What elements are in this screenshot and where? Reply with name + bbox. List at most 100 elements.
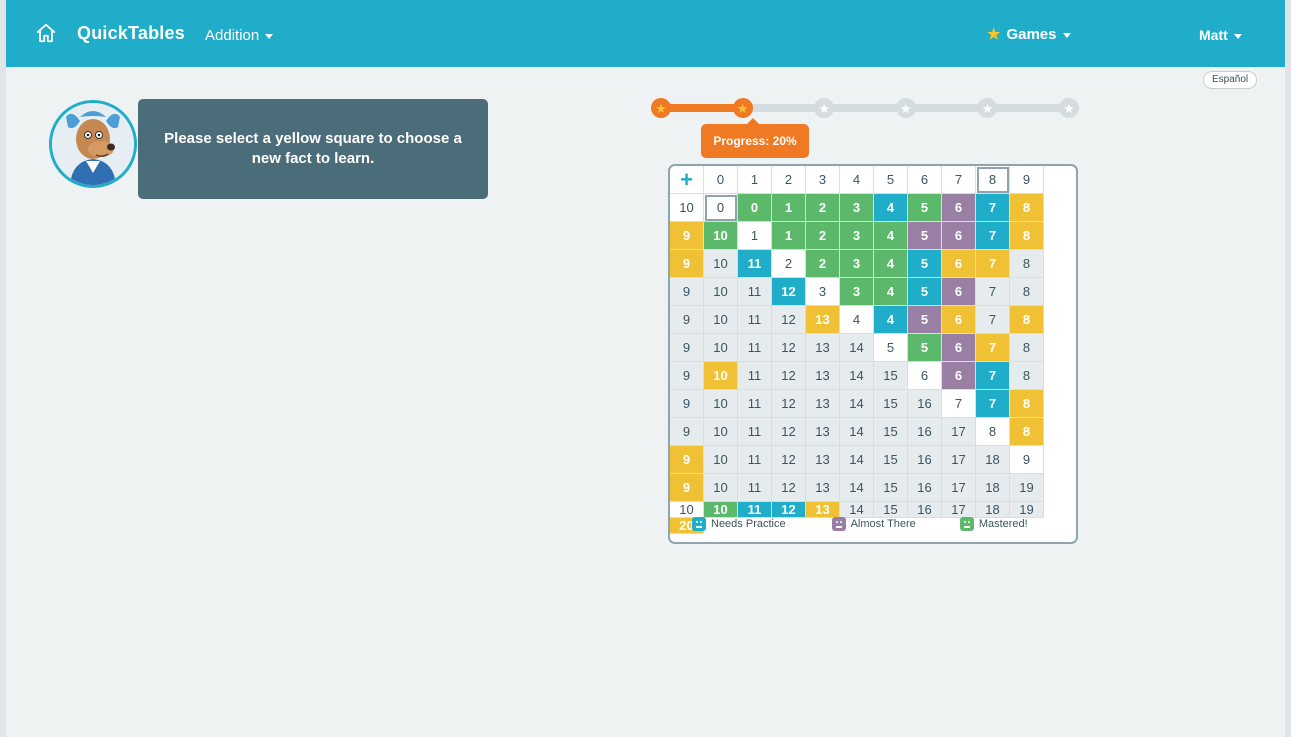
fact-cell[interactable]: 1: [772, 194, 806, 222]
fact-cell: 8: [1010, 362, 1044, 390]
column-header[interactable]: 3: [806, 166, 840, 194]
fact-cell: 7: [976, 278, 1010, 306]
fact-cell[interactable]: 8: [1010, 418, 1044, 446]
row-header[interactable]: 8: [976, 418, 1010, 446]
user-name: Matt: [1199, 27, 1228, 43]
fact-cell: 15: [874, 390, 908, 418]
brand-title[interactable]: QuickTables: [77, 23, 185, 44]
fact-cell[interactable]: 7: [976, 194, 1010, 222]
user-menu[interactable]: Matt: [1199, 27, 1242, 43]
fact-cell[interactable]: 8: [1010, 390, 1044, 418]
fact-cell[interactable]: 5: [908, 334, 942, 362]
fact-cell: 8: [1010, 278, 1044, 306]
fact-cell: 18: [976, 446, 1010, 474]
fact-cell[interactable]: 4: [874, 306, 908, 334]
column-header[interactable]: 9: [1010, 166, 1044, 194]
fact-cell[interactable]: 4: [874, 278, 908, 306]
progress-star-icon: ★: [814, 98, 835, 118]
row-header[interactable]: 4: [840, 306, 874, 334]
fact-cell: 9: [670, 306, 704, 334]
fact-cell[interactable]: 12: [772, 278, 806, 306]
fact-cell[interactable]: 6: [942, 306, 976, 334]
fact-cell[interactable]: 4: [874, 250, 908, 278]
fact-cell: 12: [772, 418, 806, 446]
fact-cell[interactable]: 2: [806, 222, 840, 250]
fact-cell[interactable]: 0: [738, 194, 772, 222]
row-header[interactable]: 9: [1010, 446, 1044, 474]
fact-cell[interactable]: 8: [1010, 222, 1044, 250]
fact-cell: 18: [976, 474, 1010, 502]
mascot-avatar: [49, 100, 137, 188]
fact-cell[interactable]: 4: [874, 194, 908, 222]
fact-cell[interactable]: 3: [840, 194, 874, 222]
fact-cell[interactable]: 9: [670, 250, 704, 278]
fact-cell[interactable]: 5: [908, 278, 942, 306]
fact-cell[interactable]: 10: [704, 362, 738, 390]
fact-cell[interactable]: 6: [942, 222, 976, 250]
fact-cell[interactable]: 11: [738, 250, 772, 278]
fact-cell[interactable]: 9: [670, 222, 704, 250]
fact-cell[interactable]: 7: [976, 222, 1010, 250]
column-header[interactable]: 7: [942, 166, 976, 194]
fact-cell: 11: [738, 278, 772, 306]
fact-cell[interactable]: 9: [670, 446, 704, 474]
app-frame: QuickTables Addition ★ Games Matt Español: [6, 0, 1285, 737]
fact-cell[interactable]: 7: [976, 390, 1010, 418]
column-header[interactable]: 1: [738, 166, 772, 194]
fact-cell: 11: [738, 306, 772, 334]
instruction-message: Please select a yellow square to choose …: [138, 99, 488, 199]
column-header[interactable]: 2: [772, 166, 806, 194]
fact-cell: 19: [1010, 474, 1044, 502]
fact-cell[interactable]: 6: [942, 194, 976, 222]
row-header[interactable]: 1: [738, 222, 772, 250]
column-header[interactable]: 5: [874, 166, 908, 194]
fact-cell: 12: [772, 362, 806, 390]
fact-cell[interactable]: 6: [942, 334, 976, 362]
legend-needs-practice: Needs Practice: [692, 517, 786, 531]
row-header[interactable]: 0: [704, 194, 738, 222]
fact-cell[interactable]: 9: [670, 474, 704, 502]
fact-cell: 10: [704, 334, 738, 362]
column-header[interactable]: 10: [670, 194, 704, 222]
operation-dropdown[interactable]: Addition: [205, 27, 274, 44]
fact-cell[interactable]: 7: [976, 250, 1010, 278]
fact-cell[interactable]: 5: [908, 222, 942, 250]
fact-cell[interactable]: 3: [840, 250, 874, 278]
column-header[interactable]: 8: [976, 166, 1010, 194]
fact-cell[interactable]: 2: [806, 194, 840, 222]
fact-cell[interactable]: 3: [840, 278, 874, 306]
fact-cell[interactable]: 6: [942, 278, 976, 306]
fact-cell[interactable]: 7: [976, 362, 1010, 390]
column-header[interactable]: 4: [840, 166, 874, 194]
fact-cell[interactable]: 10: [704, 222, 738, 250]
fact-cell: 10: [704, 474, 738, 502]
column-header[interactable]: 0: [704, 166, 738, 194]
fact-cell[interactable]: 8: [1010, 306, 1044, 334]
progress-star-icon: ★: [895, 98, 916, 118]
row-header[interactable]: 7: [942, 390, 976, 418]
fact-cell[interactable]: 6: [942, 250, 976, 278]
fact-cell[interactable]: 4: [874, 222, 908, 250]
games-dropdown[interactable]: ★ Games: [987, 25, 1071, 43]
row-header[interactable]: 3: [806, 278, 840, 306]
row-header[interactable]: 5: [874, 334, 908, 362]
column-header[interactable]: 6: [908, 166, 942, 194]
row-header[interactable]: 6: [908, 362, 942, 390]
fact-cell[interactable]: 1: [772, 222, 806, 250]
fact-cell[interactable]: 8: [1010, 194, 1044, 222]
home-icon[interactable]: [35, 22, 57, 44]
fact-cell[interactable]: 13: [806, 306, 840, 334]
fact-cell[interactable]: 5: [908, 306, 942, 334]
fact-cell[interactable]: 5: [908, 194, 942, 222]
fact-cell[interactable]: 6: [942, 362, 976, 390]
addition-table-card: +0 1 2 3 4 5 6 7 8 9 10 0 0 1 2 3 4 5 6 7 8 9 10 1 1 2 3 4 5 6 7 8 9 10 11…: [668, 164, 1078, 544]
fact-cell[interactable]: 5: [908, 250, 942, 278]
legend: Needs Practice Almost There Mastered!: [670, 504, 1076, 542]
fact-cell: 9: [670, 390, 704, 418]
fact-cell[interactable]: 2: [806, 250, 840, 278]
row-header[interactable]: 2: [772, 250, 806, 278]
fact-cell: 12: [772, 474, 806, 502]
fact-cell[interactable]: 7: [976, 334, 1010, 362]
language-toggle-button[interactable]: Español: [1203, 71, 1258, 89]
fact-cell[interactable]: 3: [840, 222, 874, 250]
